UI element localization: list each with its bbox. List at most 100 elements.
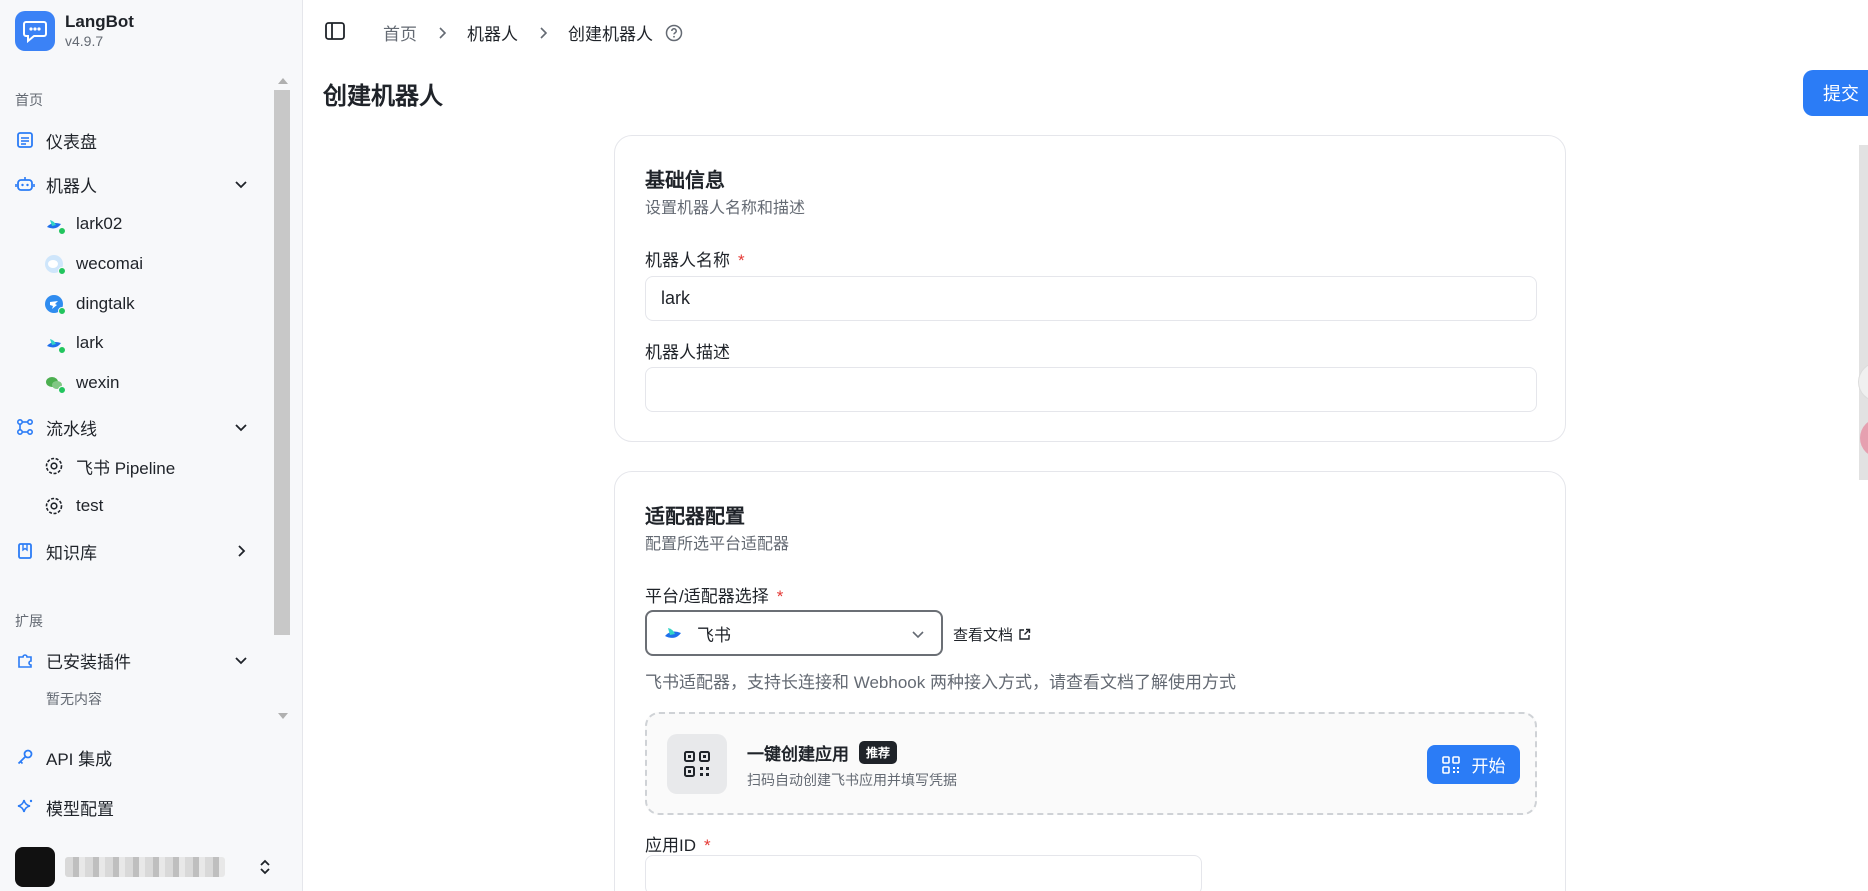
nav-plugins-label: 已安装插件	[46, 652, 131, 672]
bot-name-input[interactable]: lark	[645, 276, 1537, 321]
quick-create-title-text: 一键创建应用	[747, 745, 849, 764]
qr-code-icon	[1441, 755, 1460, 774]
required-mark: *	[704, 836, 711, 855]
external-link-icon	[1019, 628, 1031, 640]
nav-bots[interactable]: 机器人	[15, 166, 255, 202]
online-status-dot	[58, 386, 66, 394]
nav-models-label: 模型配置	[46, 799, 114, 819]
brand[interactable]: LangBot v4.9.7	[15, 11, 134, 51]
quick-create-subtitle: 扫码自动创建飞书应用并填写凭据	[747, 772, 957, 788]
adapter-config-card: 适配器配置 配置所选平台适配器 平台/适配器选择 * 飞书 查看文档 飞书适配器，…	[614, 471, 1566, 891]
plugins-empty-note: 暂无内容	[46, 691, 102, 707]
chevron-right-icon	[238, 545, 246, 557]
app-name: LangBot	[65, 12, 134, 31]
nav-bots-label: 机器人	[46, 176, 97, 196]
lark-icon	[44, 214, 66, 235]
platform-label-text: 平台/适配器选择	[645, 587, 769, 606]
view-docs-link[interactable]: 查看文档	[953, 624, 1031, 645]
bot-description-label: 机器人描述	[645, 343, 730, 362]
sidebar-item-pipeline[interactable]: test	[44, 489, 254, 523]
breadcrumb-home[interactable]: 首页	[383, 20, 417, 45]
platform-label: 平台/适配器选择 *	[645, 582, 783, 607]
app-id-input[interactable]	[645, 855, 1202, 891]
sidebar-item-bot[interactable]: wexin	[44, 366, 254, 400]
bot-name-label-text: 机器人名称	[645, 251, 730, 270]
breadcrumb-current: 创建机器人	[568, 25, 653, 44]
sidebar-item-bot[interactable]: lark	[44, 326, 254, 360]
chevron-down-icon	[912, 631, 924, 639]
breadcrumb-bots[interactable]: 机器人	[467, 20, 518, 45]
platform-select[interactable]: 飞书	[645, 610, 943, 656]
card-title: 基础信息	[645, 170, 725, 192]
bot-name-value: lark	[661, 288, 691, 308]
scroll-up-arrow[interactable]	[278, 78, 288, 84]
chevron-updown-icon	[260, 859, 270, 875]
required-mark: *	[776, 587, 784, 606]
bot-label: wecomai	[76, 254, 144, 273]
chevron-down-icon	[235, 657, 247, 665]
basic-info-card: 基础信息 设置机器人名称和描述 机器人名称 * lark 机器人描述	[614, 135, 1566, 442]
quick-create-title: 一键创建应用 推荐	[747, 740, 898, 765]
sidebar-item-bot[interactable]: dingtalk	[44, 287, 254, 321]
sidebar-item-pipeline[interactable]: 飞书 Pipeline	[44, 449, 254, 483]
card-description: 配置所选平台适配器	[645, 536, 790, 553]
lark-icon	[665, 628, 681, 638]
card-title: 适配器配置	[645, 506, 745, 528]
app-id-label-text: 应用ID	[645, 836, 696, 855]
nav-pipelines[interactable]: 流水线	[15, 409, 255, 445]
submit-button[interactable]: 提交	[1803, 70, 1868, 116]
book-icon	[15, 541, 35, 561]
dashboard-icon	[15, 130, 35, 150]
bot-description-input[interactable]	[645, 367, 1537, 412]
sidebar-toggle-icon[interactable]	[324, 20, 346, 42]
bot-name-label: 机器人名称 *	[645, 246, 745, 271]
dingtalk-icon	[44, 294, 66, 315]
home-section-label: 首页	[15, 92, 43, 108]
platform-select-value: 飞书	[697, 625, 731, 645]
app-id-label: 应用ID *	[645, 831, 711, 856]
start-button-label: 开始	[1471, 757, 1506, 776]
nav-plugins[interactable]: 已安装插件	[15, 642, 255, 678]
bot-label: lark02	[76, 214, 123, 233]
gear-icon	[44, 496, 64, 516]
langbot-logo-icon	[15, 11, 55, 51]
nav-api[interactable]: API 集成	[15, 739, 255, 775]
help-icon[interactable]	[665, 24, 683, 42]
qr-code-icon	[667, 734, 727, 794]
bot-label: lark	[76, 333, 104, 352]
lark-icon	[44, 333, 66, 354]
online-status-dot	[58, 307, 66, 315]
start-button[interactable]: 开始	[1427, 745, 1520, 784]
extensions-section-label: 扩展	[15, 613, 43, 629]
view-docs-label: 查看文档	[953, 627, 1014, 644]
sidebar-item-bot[interactable]: wecomai	[44, 247, 254, 281]
sidebar-scrollbar[interactable]	[274, 90, 290, 635]
required-mark: *	[738, 251, 745, 270]
nav-models[interactable]: 模型配置	[15, 789, 255, 825]
chevron-down-icon	[235, 424, 247, 432]
sparkle-icon	[15, 797, 35, 817]
nav-api-label: API 集成	[46, 749, 113, 769]
chevron-right-icon	[540, 26, 548, 39]
app-root: LangBot v4.9.7 首页 仪表盘 机器人 lark02 wecomai…	[0, 0, 1868, 891]
plugin-icon	[15, 650, 35, 670]
card-description: 设置机器人名称和描述	[645, 200, 806, 217]
scroll-down-arrow[interactable]	[278, 713, 288, 719]
nav-knowledge[interactable]: 知识库	[15, 533, 255, 569]
bot-label: wexin	[76, 373, 120, 392]
bot-label: dingtalk	[76, 294, 135, 313]
quick-create-panel: 一键创建应用 推荐 扫码自动创建飞书应用并填写凭据 开始	[645, 712, 1537, 815]
sidebar: LangBot v4.9.7 首页 仪表盘 机器人 lark02 wecomai…	[0, 0, 303, 891]
nav-dashboard-label: 仪表盘	[46, 132, 97, 152]
online-status-dot	[58, 227, 66, 235]
key-icon	[15, 747, 35, 767]
nav-pipelines-label: 流水线	[46, 419, 97, 439]
nav-dashboard[interactable]: 仪表盘	[15, 122, 255, 158]
pipeline-label: 飞书 Pipeline	[76, 458, 176, 478]
user-name-redacted	[65, 857, 225, 877]
user-menu[interactable]	[15, 847, 275, 887]
page-title: 创建机器人	[323, 83, 443, 110]
bot-icon	[15, 174, 35, 194]
recommended-badge: 推荐	[859, 741, 898, 764]
sidebar-item-bot[interactable]: lark02	[44, 207, 254, 241]
